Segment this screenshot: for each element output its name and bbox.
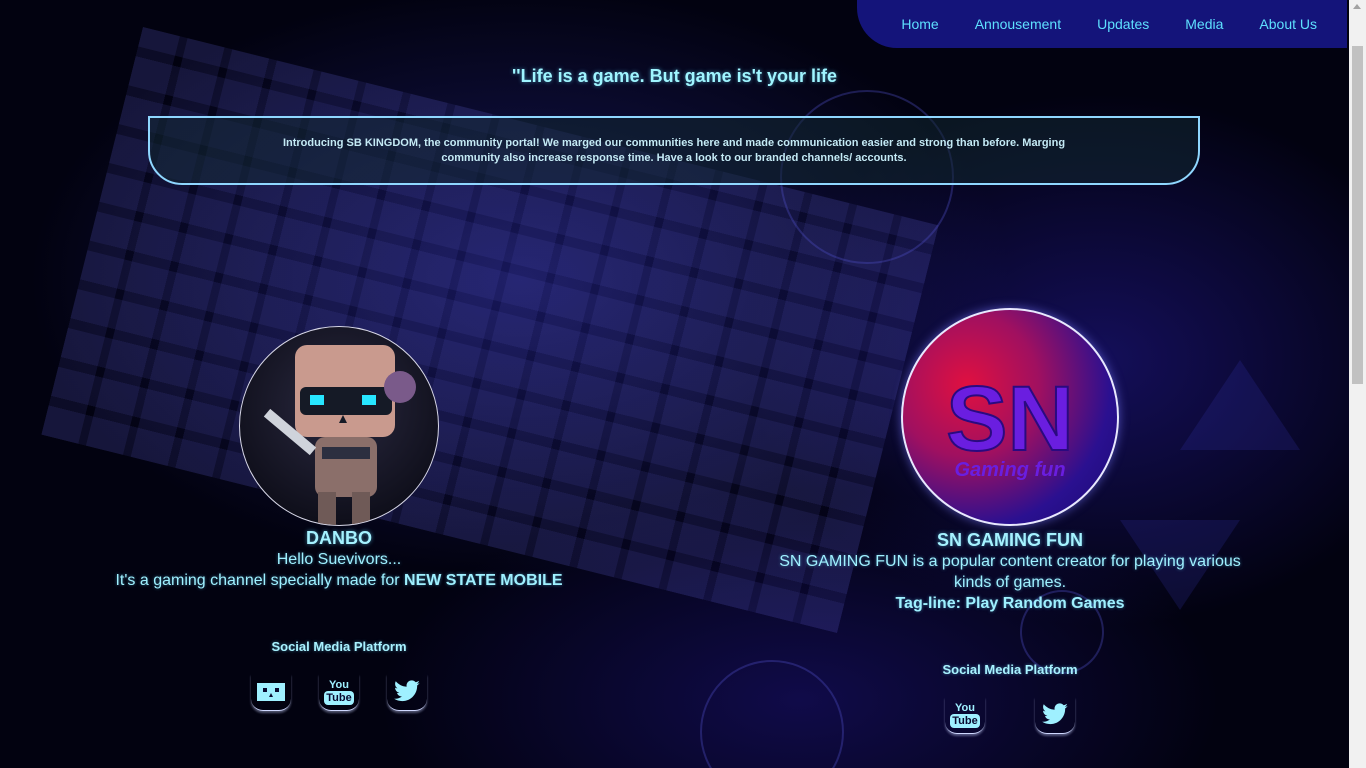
- sn-gaming-tagline: Tag-line: Play Random Games: [772, 593, 1248, 614]
- youtube-icon: You Tube: [324, 678, 354, 705]
- danbo-description: Hello Suevivors... It's a gaming channel…: [100, 549, 578, 591]
- sn-gaming-youtube-link[interactable]: You Tube: [945, 697, 985, 734]
- danbo-social-title: Social Media Platform: [271, 639, 407, 654]
- robot-avatar-icon: [263, 345, 416, 525]
- sn-gaming-twitter-link[interactable]: [1035, 697, 1075, 734]
- youtube-icon: You Tube: [950, 701, 980, 728]
- svg-text:SN: SN: [946, 368, 1074, 470]
- danbo-box-icon: [257, 683, 285, 701]
- intro-box: Introducing SB KINGDOM, the community po…: [148, 116, 1200, 185]
- youtube-icon-text-bottom: Tube: [324, 690, 354, 705]
- nav-announcement[interactable]: Annousement: [975, 16, 1061, 32]
- sn-gaming-avatar: SN Gaming fun: [901, 308, 1119, 526]
- nav-media[interactable]: Media: [1185, 16, 1223, 32]
- danbo-social-icons: You Tube: [100, 674, 578, 711]
- tagline-quote: ''Life is a game. But game is't your lif…: [512, 66, 837, 86]
- youtube-icon-text-top: You: [329, 678, 349, 691]
- svg-text:Gaming fun: Gaming fun: [954, 459, 1065, 481]
- sn-gaming-description: SN GAMING FUN is a popular content creat…: [772, 551, 1248, 614]
- danbo-desc-text: It's a gaming channel specially made for: [115, 572, 405, 589]
- nav-about-us[interactable]: About Us: [1259, 16, 1317, 32]
- sn-gaming-desc-text: SN GAMING FUN is a popular content creat…: [779, 553, 1241, 591]
- scrollbar-thumb[interactable]: [1352, 46, 1363, 384]
- danbo-twitter-link[interactable]: [387, 674, 427, 711]
- sn-gaming-social-icons: You Tube: [772, 697, 1248, 734]
- twitter-icon: [1042, 703, 1068, 725]
- danbo-card: DANBO Hello Suevivors... It's a gaming c…: [100, 326, 578, 711]
- sn-gaming-social-title: Social Media Platform: [942, 662, 1078, 677]
- sn-gaming-card: SN Gaming fun SN GAMING FUN SN GAMING FU…: [772, 308, 1248, 734]
- danbo-description-line: It's a gaming channel specially made for…: [100, 570, 578, 591]
- sn-gaming-title: SN GAMING FUN: [937, 530, 1083, 550]
- danbo-avatar: [239, 326, 439, 526]
- nav-updates[interactable]: Updates: [1097, 16, 1149, 32]
- danbo-title: DANBO: [306, 528, 372, 548]
- danbo-youtube-link[interactable]: You Tube: [319, 674, 359, 711]
- scroll-up-arrow-icon[interactable]: [1353, 4, 1361, 9]
- danbo-social-link[interactable]: [251, 674, 291, 711]
- scrollbar[interactable]: [1349, 0, 1366, 768]
- nav-home[interactable]: Home: [901, 16, 938, 32]
- sn-gaming-tagline-text: Tag-line: Play Random Games: [895, 595, 1125, 612]
- youtube-icon-text-bottom: Tube: [950, 713, 980, 728]
- intro-text: Introducing SB KINGDOM, the community po…: [282, 136, 1066, 164]
- danbo-greeting: Hello Suevivors...: [276, 551, 402, 568]
- sn-logo-icon: SN Gaming fun: [945, 367, 1075, 481]
- top-nav: Home Annousement Updates Media About Us: [857, 0, 1347, 48]
- youtube-icon-text-top: You: [955, 701, 975, 714]
- danbo-game-name: NEW STATE MOBILE: [404, 572, 563, 589]
- twitter-icon: [394, 680, 420, 702]
